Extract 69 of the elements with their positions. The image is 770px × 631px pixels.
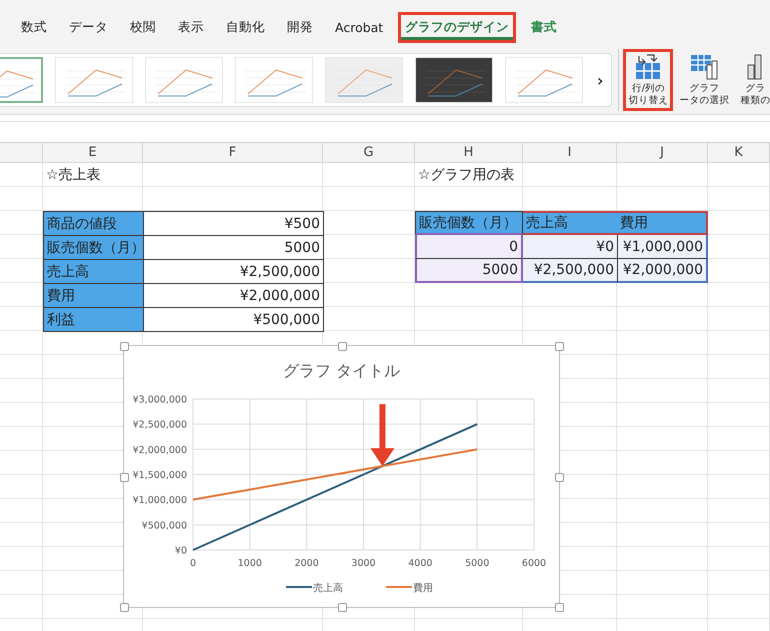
x-axis-label: 1000	[238, 558, 262, 569]
y-axis-label: ¥1,000,000	[132, 495, 187, 506]
table-chart-icon	[690, 53, 718, 81]
bar-chart-icon	[747, 53, 764, 81]
ribbon-tab[interactable]: 自動化	[219, 12, 272, 42]
y-axis-label: ¥1,500,000	[132, 470, 187, 481]
resize-handle[interactable]	[555, 603, 564, 612]
column-header[interactable]: F	[143, 143, 323, 163]
table-header-cell: 費用	[617, 211, 708, 235]
ribbon-tab[interactable]: 表示	[171, 12, 211, 42]
legend-label: 売上高	[313, 583, 343, 594]
resize-handle[interactable]	[338, 342, 346, 351]
y-axis-label: ¥2,000,000	[132, 444, 187, 456]
x-axis-label: 3000	[351, 558, 376, 569]
table-cell: ¥2,000,000	[143, 283, 324, 308]
gallery-more-button[interactable]: ›	[595, 70, 606, 90]
table-cell: 5000	[415, 259, 523, 283]
y-axis-label: ¥500,000	[142, 520, 187, 532]
ribbon-tab[interactable]: 校閲	[123, 12, 163, 42]
table-cell: 0	[415, 235, 523, 259]
ribbon-tab[interactable]: Acrobat	[328, 12, 390, 42]
y-axis-label: ¥2,500,000	[132, 420, 187, 431]
table-cell: ¥0	[523, 235, 617, 259]
column-header[interactable]: G	[323, 143, 415, 163]
table-cell: ¥2,500,000	[143, 259, 324, 284]
legend-label: 費用	[413, 583, 433, 594]
ribbon-tab[interactable]: 開発	[280, 12, 320, 42]
x-axis-label: 5000	[465, 558, 490, 569]
table-cell: ¥1,000,000	[617, 235, 708, 259]
column-header[interactable]: K	[708, 143, 770, 163]
table-cell: 費用	[43, 283, 144, 308]
column-header[interactable]: J	[617, 143, 708, 163]
table-cell: ¥2,000,000	[617, 259, 708, 283]
table-cell: ¥2,500,000	[523, 259, 617, 283]
table-cell: 5000	[143, 235, 324, 260]
y-axis-label: ¥0	[174, 546, 187, 556]
resize-handle[interactable]	[338, 603, 346, 612]
resize-handle[interactable]	[555, 472, 564, 482]
ribbon-tab[interactable]: グラフのデザイン	[398, 12, 516, 42]
resize-handle[interactable]	[120, 342, 129, 351]
table-cell: 販売個数（月）	[43, 235, 144, 260]
table-title: ☆売上表	[45, 166, 102, 185]
table-header-cell: 販売個数（月）	[415, 211, 523, 235]
resize-handle[interactable]	[120, 472, 129, 482]
switch-row-column-button[interactable]: 行/列の 切り替え	[623, 49, 674, 111]
table-cell: 利益	[43, 307, 144, 332]
table-cell: ¥500	[143, 211, 324, 236]
chart-title: グラフ タイトル	[282, 361, 400, 380]
ribbon-tab[interactable]: 数式	[14, 12, 54, 42]
x-axis-label: 2000	[294, 558, 319, 569]
table-cell: ¥500,000	[143, 307, 324, 332]
ribbon-tab[interactable]: 書式	[524, 12, 564, 42]
y-axis-label: ¥3,000,000	[132, 394, 187, 406]
ribbon-tab[interactable]: データ	[62, 12, 115, 42]
chart-type-button[interactable]: グラ 種類の	[735, 49, 770, 111]
table-title: ☆グラフ用の表	[417, 166, 516, 185]
select-data-button[interactable]: グラフ ータの選択	[674, 49, 734, 111]
x-axis-label: 4000	[408, 558, 432, 569]
table-cell: 売上高	[43, 259, 144, 284]
resize-handle[interactable]	[120, 603, 129, 612]
table-header-cell: 売上高	[523, 211, 617, 235]
column-header[interactable]: I	[523, 143, 617, 163]
x-axis-label: 0	[190, 558, 196, 569]
resize-handle[interactable]	[555, 342, 564, 351]
column-header[interactable]: H	[415, 143, 523, 163]
table-cell: 商品の値段	[43, 211, 144, 236]
formula-bar[interactable]	[0, 121, 770, 143]
column-header[interactable]: E	[43, 143, 143, 163]
x-axis-label: 6000	[522, 558, 546, 569]
